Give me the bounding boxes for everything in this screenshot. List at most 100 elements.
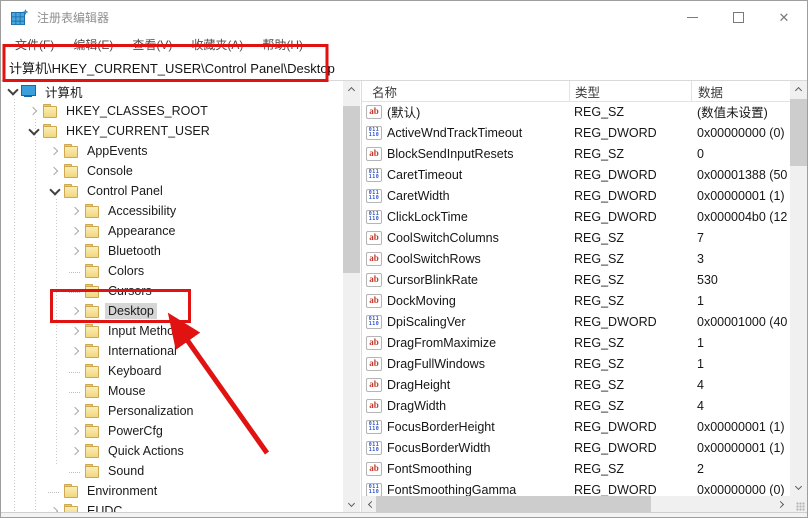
string-value-icon: ab bbox=[366, 462, 382, 476]
string-value-icon: ab bbox=[366, 273, 382, 287]
list-scrollbar-thumb[interactable] bbox=[790, 99, 807, 166]
scroll-up-icon[interactable] bbox=[343, 81, 360, 98]
tree-scrollbar-thumb[interactable] bbox=[343, 106, 360, 273]
tree-item-keyboard[interactable]: Keyboard bbox=[1, 361, 343, 381]
value-row-coolswitchcolumns[interactable]: abCoolSwitchColumnsREG_SZ7 bbox=[362, 227, 790, 248]
value-row-dpiscalingver[interactable]: 011110DpiScalingVerREG_DWORD0x00001000 (… bbox=[362, 311, 790, 332]
tree-item-colors[interactable]: Colors bbox=[1, 261, 343, 281]
tree-item-计算机[interactable]: 计算机 bbox=[1, 81, 343, 101]
menu-item[interactable]: 帮助(H) bbox=[257, 34, 308, 55]
value-row-caretwidth[interactable]: 011110CaretWidthREG_DWORD0x00000001 (1) bbox=[362, 185, 790, 206]
chevron-collapsed-icon[interactable] bbox=[68, 443, 84, 459]
hscrollbar-thumb[interactable] bbox=[376, 496, 651, 513]
maximize-button[interactable] bbox=[715, 1, 761, 33]
chevron-collapsed-icon[interactable] bbox=[68, 203, 84, 219]
tree-item-input-method[interactable]: Input Method bbox=[1, 321, 343, 341]
value-name-cell: abCoolSwitchColumns bbox=[362, 231, 569, 245]
value-row-blocksendinputresets[interactable]: abBlockSendInputResetsREG_SZ0 bbox=[362, 143, 790, 164]
value-row-dragfullwindows[interactable]: abDragFullWindowsREG_SZ1 bbox=[362, 353, 790, 374]
value-name-cell: abBlockSendInputResets bbox=[362, 147, 569, 161]
chevron-expanded-icon[interactable] bbox=[47, 183, 63, 199]
tree-item-hkey-classes-root[interactable]: HKEY_CLASSES_ROOT bbox=[1, 101, 343, 121]
value-row-fontsmoothinggamma[interactable]: 011110FontSmoothingGammaREG_DWORD0x00000… bbox=[362, 479, 790, 496]
chevron-expanded-icon[interactable] bbox=[5, 83, 21, 99]
chevron-collapsed-icon[interactable] bbox=[47, 163, 63, 179]
tree-item-desktop[interactable]: Desktop bbox=[1, 301, 343, 321]
value-name: BlockSendInputResets bbox=[387, 147, 513, 161]
tree-item-appevents[interactable]: AppEvents bbox=[1, 141, 343, 161]
column-header-data[interactable]: 数据 bbox=[691, 81, 790, 101]
value-row-focusborderwidth[interactable]: 011110FocusBorderWidthREG_DWORD0x0000000… bbox=[362, 437, 790, 458]
minimize-button[interactable] bbox=[669, 1, 715, 33]
value-row-dragfrommaximize[interactable]: abDragFromMaximizeREG_SZ1 bbox=[362, 332, 790, 353]
value-row-默认[interactable]: ab(默认)REG_SZ(数值未设置) bbox=[362, 101, 790, 122]
tree-item-powercfg[interactable]: PowerCfg bbox=[1, 421, 343, 441]
tree-item-appearance[interactable]: Appearance bbox=[1, 221, 343, 241]
resize-grip-icon[interactable] bbox=[796, 502, 805, 511]
string-value-icon: ab bbox=[366, 357, 382, 371]
tree-item-quick-actions[interactable]: Quick Actions bbox=[1, 441, 343, 461]
value-type: REG_SZ bbox=[569, 252, 691, 266]
tree-vertical-scrollbar[interactable] bbox=[343, 81, 360, 513]
value-row-dockmoving[interactable]: abDockMovingREG_SZ1 bbox=[362, 290, 790, 311]
value-row-coolswitchrows[interactable]: abCoolSwitchRowsREG_SZ3 bbox=[362, 248, 790, 269]
scroll-right-icon[interactable] bbox=[773, 496, 790, 513]
tree-item-cursors[interactable]: Cursors bbox=[1, 281, 343, 301]
menu-item[interactable]: 编辑(E) bbox=[68, 34, 118, 55]
menu-item[interactable]: 文件(F) bbox=[10, 34, 59, 55]
value-row-cursorblinkrate[interactable]: abCursorBlinkRateREG_SZ530 bbox=[362, 269, 790, 290]
chevron-collapsed-icon[interactable] bbox=[47, 143, 63, 159]
list-vertical-scrollbar[interactable] bbox=[790, 81, 807, 496]
chevron-collapsed-icon[interactable] bbox=[26, 103, 42, 119]
value-type: REG_DWORD bbox=[569, 441, 691, 455]
menu-item[interactable]: 查看(V) bbox=[127, 34, 177, 55]
leaf-connector bbox=[68, 383, 84, 399]
close-button[interactable]: ✕ bbox=[761, 1, 807, 33]
tree-item-console[interactable]: Console bbox=[1, 161, 343, 181]
value-row-dragheight[interactable]: abDragHeightREG_SZ4 bbox=[362, 374, 790, 395]
value-row-fontsmoothing[interactable]: abFontSmoothingREG_SZ2 bbox=[362, 458, 790, 479]
tree-item-mouse[interactable]: Mouse bbox=[1, 381, 343, 401]
value-row-activewndtracktimeout[interactable]: 011110ActiveWndTrackTimeoutREG_DWORD0x00… bbox=[362, 122, 790, 143]
folder-icon bbox=[42, 104, 58, 118]
chevron-collapsed-icon[interactable] bbox=[68, 423, 84, 439]
column-header-type[interactable]: 类型 bbox=[569, 81, 691, 101]
window-controls: ✕ bbox=[669, 1, 807, 33]
chevron-expanded-icon[interactable] bbox=[26, 123, 42, 139]
tree-item-environment[interactable]: Environment bbox=[1, 481, 343, 501]
column-header-name[interactable]: 名称 bbox=[362, 81, 569, 101]
folder-icon bbox=[84, 344, 100, 358]
tree-item-personalization[interactable]: Personalization bbox=[1, 401, 343, 421]
chevron-collapsed-icon[interactable] bbox=[68, 403, 84, 419]
scroll-up-icon[interactable] bbox=[790, 81, 807, 98]
folder-icon bbox=[63, 184, 79, 198]
value-name-cell: 011110ActiveWndTrackTimeout bbox=[362, 126, 569, 140]
list-horizontal-scrollbar[interactable] bbox=[362, 496, 790, 513]
tree-item-control-panel[interactable]: Control Panel bbox=[1, 181, 343, 201]
folder-icon bbox=[84, 204, 100, 218]
value-data: 0x00000001 (1) bbox=[691, 441, 790, 455]
menu-item[interactable]: 收藏夹(A) bbox=[186, 34, 248, 55]
chevron-collapsed-icon[interactable] bbox=[68, 323, 84, 339]
chevron-collapsed-icon[interactable] bbox=[68, 303, 84, 319]
scroll-down-icon[interactable] bbox=[343, 496, 360, 513]
chevron-collapsed-icon[interactable] bbox=[68, 343, 84, 359]
value-row-carettimeout[interactable]: 011110CaretTimeoutREG_DWORD0x00001388 (5… bbox=[362, 164, 790, 185]
value-row-clicklocktime[interactable]: 011110ClickLockTimeREG_DWORD0x000004b0 (… bbox=[362, 206, 790, 227]
computer-icon bbox=[21, 84, 37, 98]
value-data: 4 bbox=[691, 399, 790, 413]
chevron-collapsed-icon[interactable] bbox=[68, 243, 84, 259]
value-row-focusborderheight[interactable]: 011110FocusBorderHeightREG_DWORD0x000000… bbox=[362, 416, 790, 437]
scroll-down-icon[interactable] bbox=[790, 479, 807, 496]
tree-item-international[interactable]: International bbox=[1, 341, 343, 361]
tree-item-sound[interactable]: Sound bbox=[1, 461, 343, 481]
tree-item-accessibility[interactable]: Accessibility bbox=[1, 201, 343, 221]
tree-item-bluetooth[interactable]: Bluetooth bbox=[1, 241, 343, 261]
tree-item-hkey-current-user[interactable]: HKEY_CURRENT_USER bbox=[1, 121, 343, 141]
value-row-dragwidth[interactable]: abDragWidthREG_SZ4 bbox=[362, 395, 790, 416]
value-type: REG_SZ bbox=[569, 357, 691, 371]
value-type: REG_DWORD bbox=[569, 420, 691, 434]
tree-item-label: Sound bbox=[105, 463, 147, 479]
address-bar[interactable]: 计算机\HKEY_CURRENT_USER\Control Panel\Desk… bbox=[1, 55, 807, 81]
chevron-collapsed-icon[interactable] bbox=[68, 223, 84, 239]
